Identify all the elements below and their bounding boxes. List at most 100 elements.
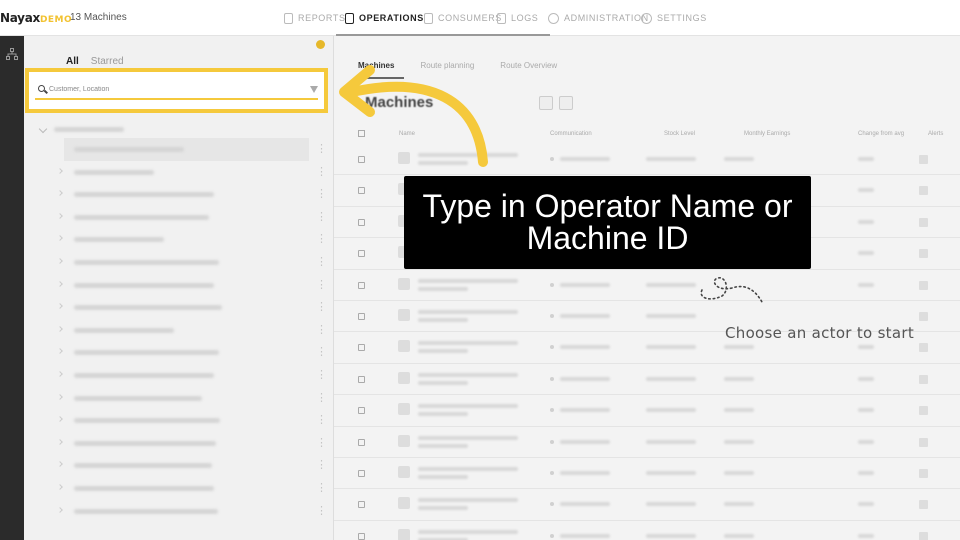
row-checkbox[interactable] xyxy=(358,438,365,446)
list-item[interactable]: ⋮ xyxy=(24,251,333,274)
more-icon[interactable]: ⋮ xyxy=(316,458,327,471)
search-highlight-frame xyxy=(25,68,328,113)
row-checkbox[interactable] xyxy=(358,218,365,226)
list-item[interactable]: ⋮ xyxy=(24,228,333,251)
settings-icon xyxy=(641,12,652,24)
list-item[interactable]: ⋮ xyxy=(64,138,327,161)
curved-arrow-icon xyxy=(339,65,488,167)
column-stock-level[interactable]: Stock Level xyxy=(664,131,695,137)
more-icon[interactable]: ⋮ xyxy=(316,232,327,245)
column-communication[interactable]: Communication xyxy=(550,131,592,137)
more-icon[interactable]: ⋮ xyxy=(316,187,327,200)
column-alerts[interactable]: Alerts xyxy=(928,131,943,137)
list-item[interactable]: ⋮ xyxy=(24,477,333,500)
more-icon[interactable]: ⋮ xyxy=(316,413,327,426)
list-item[interactable]: ⋮ xyxy=(24,296,333,319)
table-row[interactable] xyxy=(334,489,960,521)
table-row[interactable] xyxy=(334,458,960,490)
callout-line-2: Machine ID xyxy=(526,220,689,256)
nav-item-label: OPERATIONS xyxy=(359,13,424,23)
table-row[interactable] xyxy=(334,364,960,396)
callout-line-1: Type in Operator Name or xyxy=(422,188,793,224)
nav-item-logs[interactable]: LOGS xyxy=(497,0,538,36)
row-checkbox[interactable] xyxy=(358,187,365,195)
more-icon[interactable]: ⋮ xyxy=(316,323,327,336)
instruction-callout: Type in Operator Name or Machine ID xyxy=(404,176,811,269)
table-row[interactable] xyxy=(334,270,960,301)
loading-spinner-icon xyxy=(700,277,763,303)
list-item[interactable]: ⋮ xyxy=(24,387,333,410)
chevron-down-icon xyxy=(38,124,48,134)
nav-item-reports[interactable]: REPORTS xyxy=(284,0,346,36)
hierarchy-icon[interactable] xyxy=(6,48,18,60)
list-item[interactable]: ⋮ xyxy=(24,319,333,342)
list-item[interactable]: ⋮ xyxy=(24,454,333,477)
tree-list: ⋮ ⋮ ⋮ ⋮ ⋮ ⋮ ⋮ ⋮ ⋮ ⋮ ⋮ ⋮ ⋮ ⋮ ⋮ ⋮ ⋮ xyxy=(24,138,333,523)
nav-item-label: REPORTS xyxy=(298,13,346,23)
list-item[interactable]: ⋮ xyxy=(24,161,333,184)
tab-starred[interactable]: Starred xyxy=(91,56,124,67)
list-item[interactable]: ⋮ xyxy=(24,409,333,432)
nav-item-label: ADMINISTRATION xyxy=(564,13,649,23)
list-item[interactable]: ⋮ xyxy=(24,183,333,206)
more-icon[interactable]: ⋮ xyxy=(316,255,327,268)
row-checkbox[interactable] xyxy=(358,344,365,352)
more-icon[interactable]: ⋮ xyxy=(316,391,327,404)
tab-all[interactable]: All xyxy=(66,56,79,67)
consumers-icon xyxy=(424,12,433,24)
column-monthly-earnings[interactable]: Monthly Earnings xyxy=(744,131,790,137)
list-item[interactable]: ⋮ xyxy=(24,206,333,229)
row-checkbox[interactable] xyxy=(358,250,365,258)
list-item[interactable]: ⋮ xyxy=(24,432,333,455)
collapse-panel-button[interactable] xyxy=(316,40,325,49)
tree-tabs: All Starred xyxy=(66,56,124,67)
list-item[interactable]: ⋮ xyxy=(24,500,333,523)
nav-item-label: SETTINGS xyxy=(657,13,707,23)
left-rail xyxy=(0,36,24,540)
more-icon[interactable]: ⋮ xyxy=(316,436,327,449)
tree-root[interactable] xyxy=(38,124,310,134)
row-checkbox[interactable] xyxy=(358,532,365,540)
table-row[interactable] xyxy=(334,395,960,427)
search-input[interactable] xyxy=(35,80,318,100)
add-button[interactable] xyxy=(539,96,553,110)
more-icon[interactable]: ⋮ xyxy=(316,368,327,381)
operations-icon xyxy=(345,12,354,24)
filter-icon[interactable] xyxy=(310,86,318,93)
more-icon[interactable]: ⋮ xyxy=(316,210,327,223)
more-icon[interactable]: ⋮ xyxy=(316,345,327,358)
brand-demo-badge: DEMO xyxy=(39,15,73,25)
more-icon[interactable]: ⋮ xyxy=(316,300,327,313)
nav-item-operations[interactable]: OPERATIONS xyxy=(345,0,424,36)
more-icon[interactable]: ⋮ xyxy=(316,142,327,155)
brand-name: Nayax xyxy=(0,11,40,25)
row-checkbox[interactable] xyxy=(358,375,365,383)
row-checkbox[interactable] xyxy=(358,312,365,320)
list-item[interactable]: ⋮ xyxy=(24,274,333,297)
export-button[interactable] xyxy=(559,96,573,110)
tree-root-label xyxy=(54,126,124,132)
more-icon[interactable]: ⋮ xyxy=(316,165,327,178)
row-checkbox[interactable] xyxy=(358,469,365,477)
table-row[interactable] xyxy=(334,521,960,540)
more-icon[interactable]: ⋮ xyxy=(316,504,327,517)
column-change-from-avg[interactable]: Change from avg xyxy=(858,131,904,137)
row-checkbox[interactable] xyxy=(358,281,365,289)
report-icon xyxy=(284,12,293,24)
row-checkbox[interactable] xyxy=(358,501,365,509)
empty-state-hint: Choose an actor to start xyxy=(725,324,915,342)
table-row[interactable] xyxy=(334,427,960,458)
brand-logo[interactable]: NayaxDEMO xyxy=(0,11,72,25)
nav-item-consumers[interactable]: CONSUMERS xyxy=(424,0,502,36)
nav-item-label: LOGS xyxy=(511,13,539,23)
nav-item-label: CONSUMERS xyxy=(438,13,502,23)
list-item[interactable]: ⋮ xyxy=(24,364,333,387)
more-icon[interactable]: ⋮ xyxy=(316,278,327,291)
administration-icon xyxy=(548,12,559,24)
nav-item-administration[interactable]: ADMINISTRATION xyxy=(548,0,649,36)
list-item[interactable]: ⋮ xyxy=(24,341,333,364)
more-icon[interactable]: ⋮ xyxy=(316,481,327,494)
row-checkbox[interactable] xyxy=(358,407,365,415)
nav-item-settings[interactable]: SETTINGS xyxy=(641,0,707,36)
logs-icon xyxy=(497,12,506,24)
